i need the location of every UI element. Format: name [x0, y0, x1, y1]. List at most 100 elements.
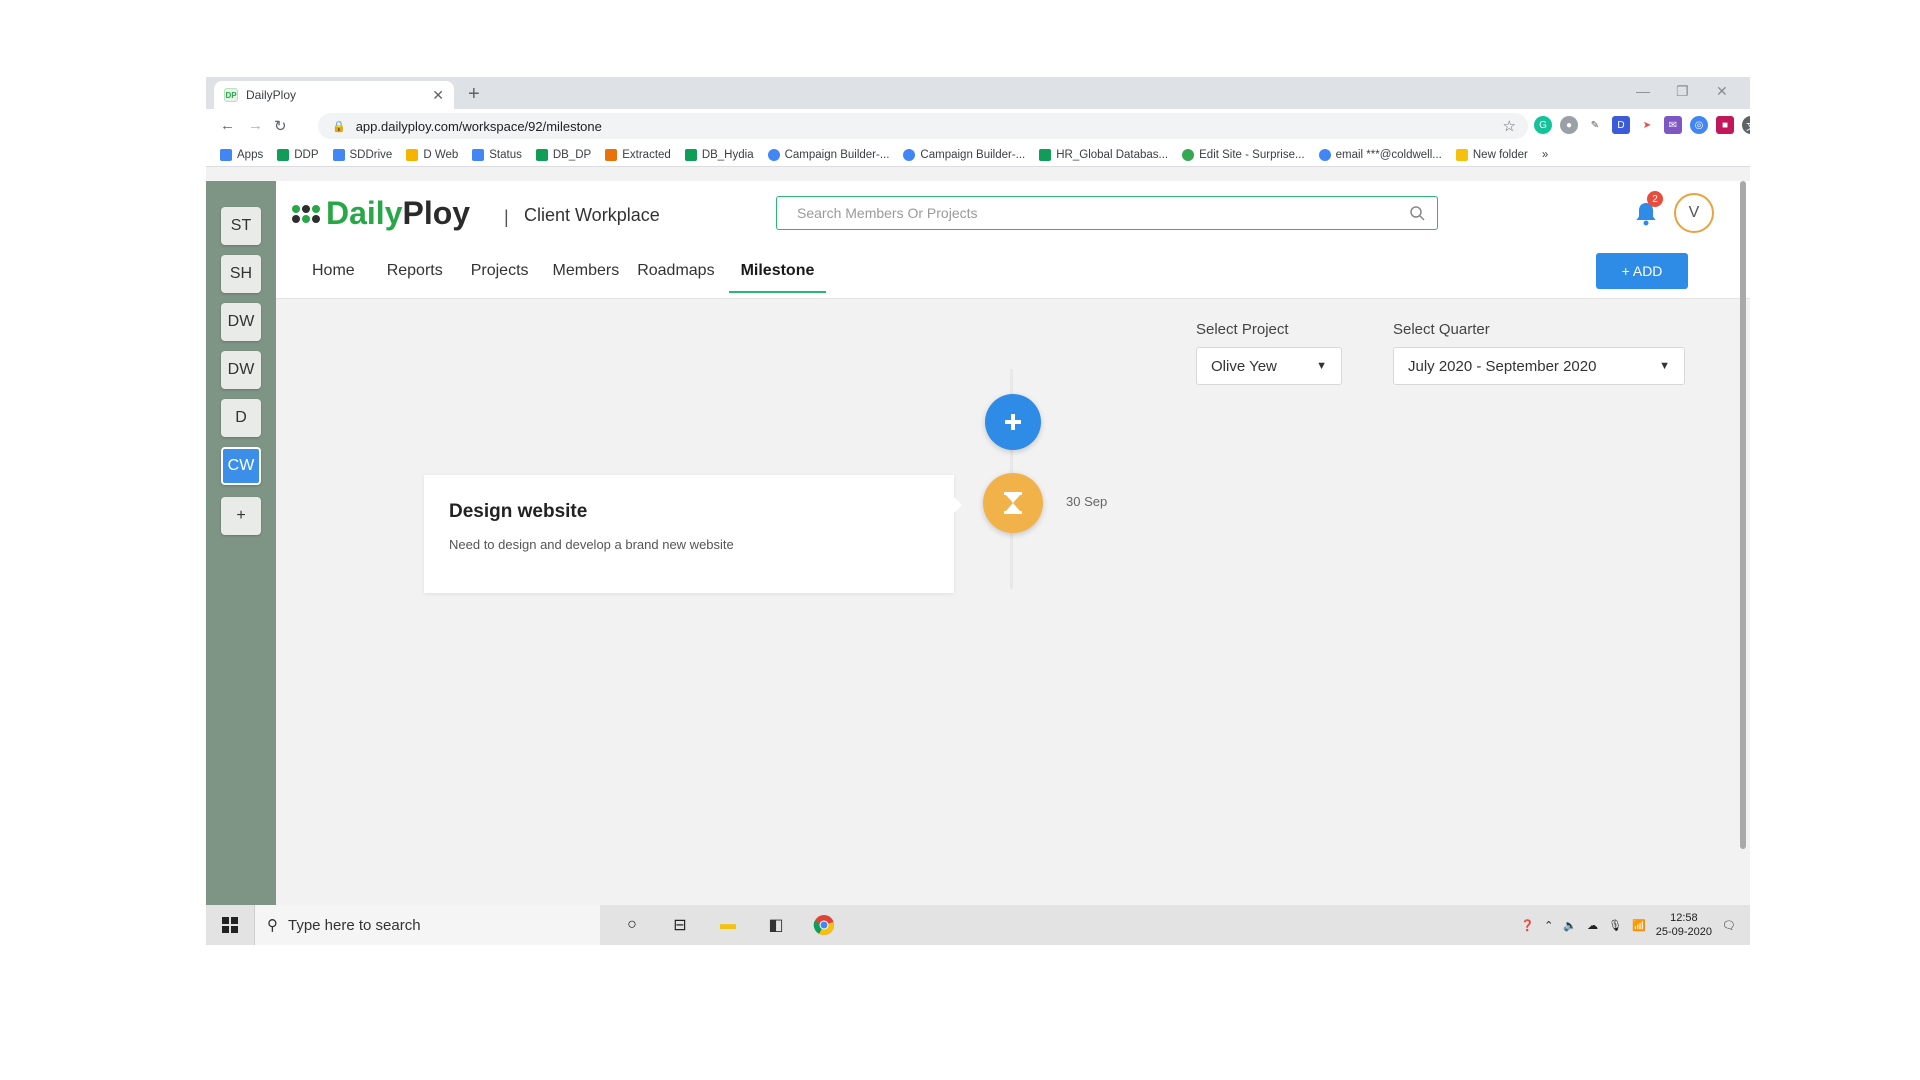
taskbar-search-placeholder: Type here to search	[288, 916, 421, 934]
bookmark-icon	[1039, 148, 1052, 161]
browser-tab[interactable]: DP DailyPloy ✕	[214, 81, 454, 109]
eyedropper-extension-icon[interactable]: ✎	[1586, 116, 1604, 134]
bookmark-star-icon[interactable]: ☆	[1503, 117, 1516, 135]
tab-milestone[interactable]: Milestone	[728, 261, 827, 293]
microphone-icon[interactable]: 🎙	[1608, 919, 1622, 932]
tab-home[interactable]: Home	[300, 261, 367, 293]
cortana-icon[interactable]: ○	[620, 913, 644, 937]
chrome-icon[interactable]	[812, 913, 836, 937]
dailyploy-logo[interactable]: Daily Ploy	[292, 195, 470, 232]
milestone-card[interactable]: Design website Need to design and develo…	[424, 475, 962, 593]
minimize-icon[interactable]: —	[1636, 83, 1650, 99]
bookmark-item[interactable]: Campaign Builder-...	[767, 148, 890, 161]
translate-extension-icon[interactable]: 文	[1742, 116, 1750, 134]
dailyploy-favicon-icon: DP	[224, 88, 238, 102]
address-bar[interactable]: 🔒 app.dailyploy.com/workspace/92/milesto…	[318, 113, 1528, 139]
bookmark-item[interactable]: email ***@coldwell...	[1318, 148, 1442, 161]
page-scrollbar[interactable]	[1740, 181, 1746, 849]
bookmark-item[interactable]: Status	[472, 148, 522, 161]
tab-reports[interactable]: Reports	[375, 261, 455, 293]
notifications-icon[interactable]: 🗨	[1722, 919, 1736, 932]
pink-extension-icon[interactable]: ■	[1716, 116, 1734, 134]
chevron-up-icon[interactable]: ⌃	[1544, 919, 1553, 932]
tab-projects[interactable]: Projects	[459, 261, 541, 293]
help-icon[interactable]: ❓	[1520, 919, 1534, 932]
bookmark-label: Campaign Builder-...	[784, 148, 890, 161]
close-tab-icon[interactable]: ✕	[432, 87, 444, 104]
milestone-description: Need to design and develop a brand new w…	[449, 537, 734, 552]
windows-start-icon[interactable]	[206, 905, 254, 945]
bookmark-item[interactable]: Campaign Builder-...	[903, 148, 1025, 161]
taskbar-search-input[interactable]: ⚲ Type here to search	[254, 905, 600, 945]
logo-daily-text: Daily	[326, 195, 403, 231]
clock-date: 25-09-2020	[1655, 926, 1713, 938]
milestone-status-circle[interactable]	[983, 473, 1043, 533]
bookmark-item[interactable]: SDDrive	[332, 148, 392, 161]
file-explorer-icon[interactable]: ▬	[716, 913, 740, 937]
workspace-item-st[interactable]: ST	[221, 207, 261, 245]
bookmark-item[interactable]: DB_DP	[535, 148, 591, 161]
extension-icon[interactable]: ●	[1560, 116, 1578, 134]
volume-icon[interactable]: 🔈	[1563, 919, 1577, 932]
logo-ploy-text: Ploy	[402, 195, 471, 231]
tab-roadmaps[interactable]: Roadmaps	[631, 261, 726, 293]
bookmark-item[interactable]: Extracted	[605, 148, 671, 161]
search-input[interactable]: Search Members Or Projects	[776, 196, 1438, 230]
taskbar-clock[interactable]: 12:58 25-09-2020	[1656, 911, 1712, 939]
forward-icon[interactable]: →	[248, 117, 263, 134]
tab-title: DailyPloy	[246, 88, 297, 102]
mail-extension-icon[interactable]: ✉	[1664, 116, 1682, 134]
bookmarks-more-button[interactable]: »	[1542, 149, 1548, 161]
tab-members[interactable]: Members	[541, 261, 632, 293]
bookmark-item[interactable]: HR_Global Databas...	[1039, 148, 1168, 161]
add-milestone-button[interactable]: + ADD	[1596, 253, 1688, 289]
user-avatar[interactable]: V	[1674, 193, 1714, 233]
reload-icon[interactable]: ↻	[274, 117, 287, 135]
d-extension-icon[interactable]: D	[1612, 116, 1630, 134]
clock-time: 12:58	[1670, 912, 1698, 924]
workspace-item-sh[interactable]: SH	[221, 255, 261, 293]
project-select[interactable]: Olive Yew ▼	[1196, 347, 1342, 385]
header-separator: |	[504, 207, 509, 227]
add-workspace-button[interactable]: +	[221, 497, 261, 535]
quarter-select[interactable]: July 2020 - September 2020 ▼	[1393, 347, 1685, 385]
bookmark-label: DDP	[294, 148, 319, 161]
restore-icon[interactable]: ❐	[1676, 83, 1689, 100]
bookmark-label: DB_Hydia	[701, 148, 754, 161]
workspace-item-dw[interactable]: DW	[221, 303, 261, 341]
grammarly-extension-icon[interactable]: G	[1534, 116, 1552, 134]
app-main: Daily Ploy | Client Workplace Search Memb…	[276, 181, 1750, 905]
bookmark-item[interactable]: DDP	[277, 148, 319, 161]
search-icon: ⚲	[267, 917, 278, 934]
bookmark-label: Apps	[237, 148, 264, 161]
chevron-down-icon: ▼	[1659, 360, 1670, 372]
milestone-date: 30 Sep	[1066, 494, 1108, 509]
workspace-item-d[interactable]: D	[221, 399, 261, 437]
compass-extension-icon[interactable]: ◎	[1690, 116, 1708, 134]
bookmark-item[interactable]: D Web	[406, 148, 458, 161]
bookmark-item[interactable]: New folder	[1455, 148, 1528, 161]
bookmark-icon	[472, 148, 485, 161]
hourglass-icon	[1004, 492, 1022, 514]
bookmark-icon	[903, 148, 916, 161]
workspace-item-cw[interactable]: CW	[221, 447, 261, 485]
back-icon[interactable]: ←	[220, 117, 235, 134]
search-icon[interactable]	[1409, 205, 1425, 221]
bookmarks-bar: Apps DDP SDDrive D Web Status DB_DP Extr…	[206, 143, 1750, 167]
wifi-icon[interactable]: 📶	[1632, 919, 1646, 932]
task-view-icon[interactable]: ⊟	[668, 913, 692, 937]
bookmark-item[interactable]: Edit Site - Surprise...	[1182, 148, 1305, 161]
add-milestone-circle-button[interactable]	[985, 394, 1041, 450]
project-select-value: Olive Yew	[1211, 357, 1277, 375]
windows-taskbar: ⚲ Type here to search ○ ⊟ ▬ ◧ ❓ ⌃ 🔈 ☁ 🎙 …	[206, 905, 1750, 945]
bookmark-item[interactable]: Apps	[220, 148, 264, 161]
bookmark-label: Edit Site - Surprise...	[1199, 148, 1305, 161]
new-tab-icon[interactable]: +	[468, 83, 480, 106]
cloud-icon[interactable]: ☁	[1587, 919, 1598, 932]
close-window-icon[interactable]: ✕	[1716, 83, 1728, 100]
bookmark-item[interactable]: DB_Hydia	[684, 148, 754, 161]
send-extension-icon[interactable]: ➤	[1638, 116, 1656, 134]
system-tray: ❓ ⌃ 🔈 ☁ 🎙 📶 12:58 25-09-2020 🗨	[1520, 905, 1750, 945]
workspace-item-dw-2[interactable]: DW	[221, 351, 261, 389]
sticky-notes-icon[interactable]: ◧	[764, 913, 788, 937]
